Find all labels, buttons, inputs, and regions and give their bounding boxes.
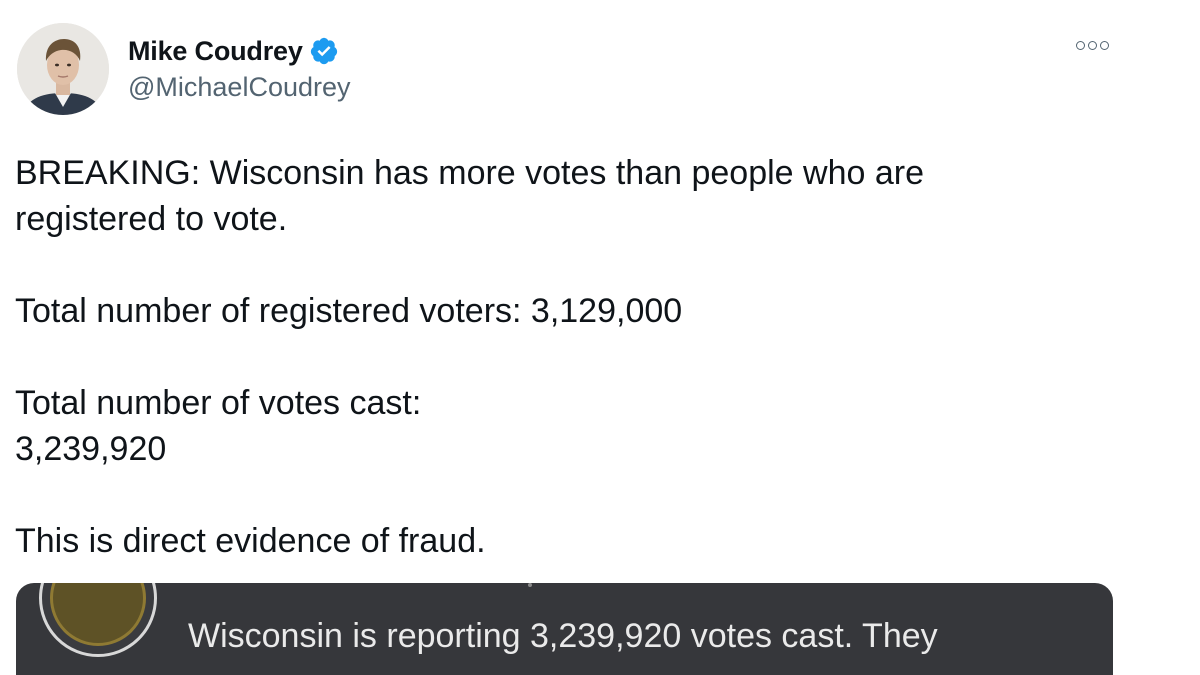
more-options-icon[interactable] bbox=[1076, 41, 1109, 50]
tweet-text-line: Total number of registered voters: 3,129… bbox=[15, 292, 683, 330]
display-name[interactable]: Mike Coudrey bbox=[128, 36, 303, 67]
emblem-icon bbox=[39, 583, 157, 657]
tweet: Mike Coudrey @MichaelCoudrey BREAKING: W… bbox=[0, 0, 1200, 675]
tweet-text: BREAKING: Wisconsin has more votes than … bbox=[15, 150, 1115, 564]
name-row: Mike Coudrey bbox=[128, 34, 351, 68]
tweet-text-line: registered to vote. bbox=[15, 200, 288, 238]
avatar-portrait bbox=[17, 23, 109, 115]
tweet-text-line: BREAKING: Wisconsin has more votes than … bbox=[15, 154, 924, 192]
separator-dot bbox=[528, 583, 532, 587]
more-dot bbox=[1076, 41, 1085, 50]
tweet-text-line: This is direct evidence of fraud. bbox=[15, 522, 486, 560]
tweet-text-line: 3,239,920 bbox=[15, 430, 167, 468]
handle[interactable]: @MichaelCoudrey bbox=[128, 72, 351, 103]
tweet-text-line: Total number of votes cast: bbox=[15, 384, 422, 422]
more-dot bbox=[1100, 41, 1109, 50]
embedded-media-card[interactable]: Wisconsin is reporting 3,239,920 votes c… bbox=[16, 583, 1113, 675]
author-block: Mike Coudrey @MichaelCoudrey bbox=[128, 34, 351, 103]
more-dot bbox=[1088, 41, 1097, 50]
verified-badge-icon bbox=[309, 36, 339, 66]
embedded-card-text: Wisconsin is reporting 3,239,920 votes c… bbox=[188, 617, 938, 655]
avatar[interactable] bbox=[17, 23, 109, 115]
